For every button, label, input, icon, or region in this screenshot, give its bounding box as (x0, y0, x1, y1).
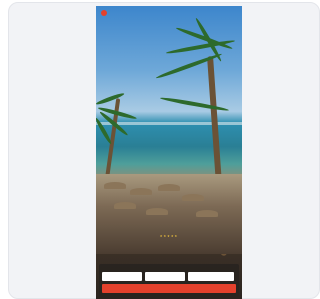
rating-stars: ★★★★★ (159, 234, 179, 238)
beach-umbrella (130, 188, 152, 195)
booking-field-3[interactable] (188, 272, 234, 281)
booking-field-2[interactable] (145, 272, 185, 281)
top-nav (96, 6, 242, 20)
beach-umbrella (182, 194, 204, 201)
palm-frond (96, 91, 125, 106)
brand-logo-icon[interactable] (101, 10, 107, 16)
hero-text: ★★★★★ (102, 234, 236, 240)
beach-umbrella (114, 202, 136, 209)
beach-umbrella (196, 210, 218, 217)
booking-panel (99, 264, 239, 297)
mobile-hotel-page: ★★★★★ (96, 6, 242, 299)
beach-umbrella (146, 208, 168, 215)
booking-field-1[interactable] (102, 272, 142, 281)
beach-umbrella (158, 184, 180, 191)
beach-umbrella (104, 182, 126, 189)
book-now-button[interactable] (102, 284, 236, 293)
palm-frond (159, 96, 230, 113)
